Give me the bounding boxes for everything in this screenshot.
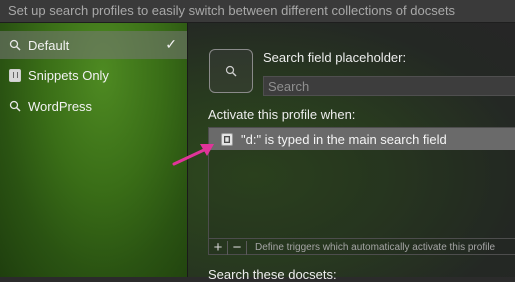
- magnifier-icon: [8, 99, 22, 113]
- profile-label: Snippets Only: [28, 67, 109, 83]
- separator: [246, 240, 247, 255]
- docsets-label: Search these docsets:: [208, 267, 337, 282]
- profile-editor: Search field placeholder: Activate this …: [188, 23, 515, 282]
- profile-label: WordPress: [28, 98, 93, 114]
- keyword-trigger-icon: [221, 132, 233, 146]
- profiles-sidebar: Default ✓ Snippets Only WordPress: [0, 23, 188, 277]
- profile-item-default[interactable]: Default ✓: [0, 31, 187, 59]
- header-bar: Set up search profiles to easily switch …: [0, 0, 515, 23]
- profile-label: Default: [28, 37, 70, 53]
- snippet-icon: [8, 68, 22, 82]
- activate-label: Activate this profile when:: [208, 107, 356, 122]
- remove-trigger-button[interactable]: −: [228, 240, 246, 256]
- trigger-toolbar: + − Define triggers which automatically …: [209, 238, 515, 256]
- profiles-description: Set up search profiles to easily switch …: [8, 3, 456, 18]
- placeholder-field-label: Search field placeholder:: [263, 50, 407, 65]
- add-trigger-button[interactable]: +: [209, 240, 227, 256]
- profile-icon-button[interactable]: [209, 49, 253, 93]
- trigger-row[interactable]: "d:" is typed in the main search field: [209, 128, 515, 150]
- trigger-hint: Define triggers which automatically acti…: [255, 242, 496, 253]
- annotation-arrow-icon: [172, 144, 214, 166]
- magnifier-icon: [225, 65, 237, 77]
- checkmark-icon: ✓: [165, 36, 177, 52]
- profile-item-snippets-only[interactable]: Snippets Only: [0, 61, 187, 89]
- placeholder-input[interactable]: [263, 76, 515, 96]
- profile-item-wordpress[interactable]: WordPress: [0, 92, 187, 120]
- magnifier-icon: [8, 38, 22, 52]
- trigger-text: "d:" is typed in the main search field: [241, 131, 447, 147]
- trigger-list[interactable]: "d:" is typed in the main search field +…: [208, 127, 515, 255]
